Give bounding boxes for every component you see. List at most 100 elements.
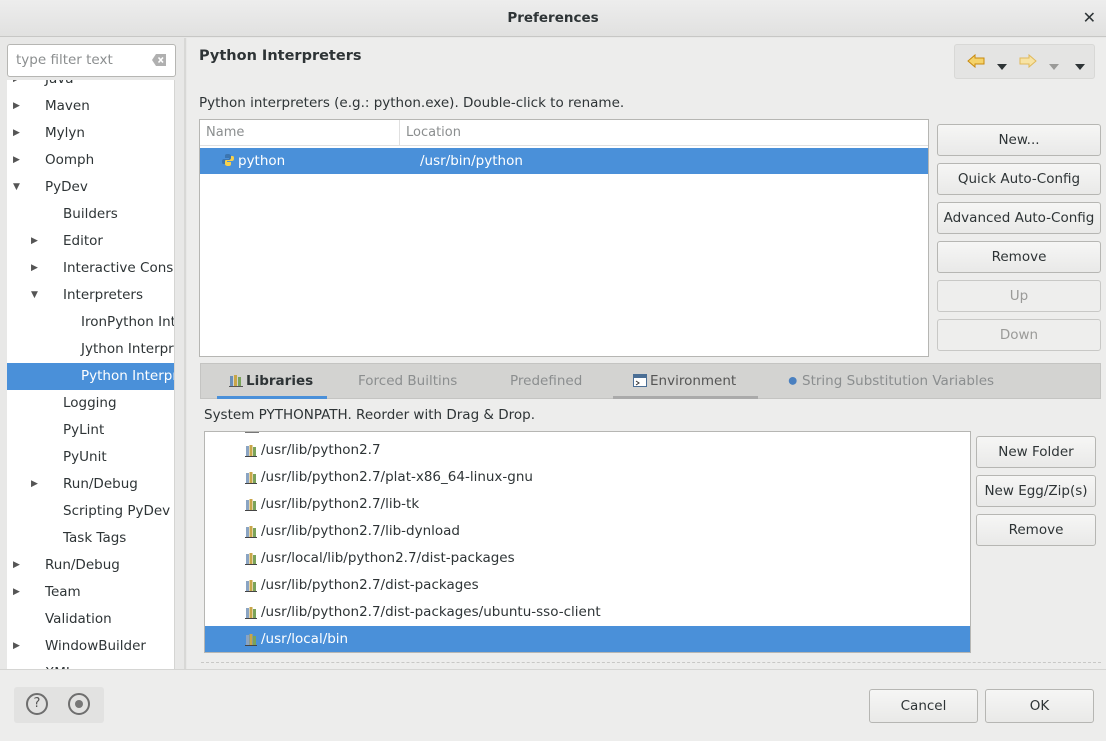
help-icon[interactable]: ? <box>26 693 48 715</box>
tab-libraries[interactable]: Libraries <box>217 364 327 399</box>
path-text: /usr/lib/python2.7/dist-packages/ubuntu-… <box>261 604 601 620</box>
window-title: Preferences <box>507 10 599 26</box>
title-bar: Preferences ✕ <box>0 0 1106 37</box>
tree-item[interactable]: ▶ Run/Debug <box>7 552 174 579</box>
table-row[interactable]: python /usr/bin/python <box>200 148 928 174</box>
collapsed-arrow-icon[interactable]: ▶ <box>31 255 43 282</box>
collapsed-arrow-icon[interactable]: ▶ <box>13 552 25 579</box>
forward-dropdown-icon[interactable] <box>1049 58 1059 74</box>
collapsed-arrow-icon[interactable]: ▶ <box>13 147 25 174</box>
tree-item[interactable]: ▶ Run/Debug <box>7 471 174 498</box>
list-item[interactable]: /usr/lib/python2.7/lib-tk <box>205 491 970 518</box>
tree-item-label: Oomph <box>45 152 95 168</box>
tree-item-label: Logging <box>63 395 117 411</box>
quick-auto-config-button[interactable]: Quick Auto-Config <box>937 163 1101 195</box>
column-name-header[interactable]: Name <box>206 125 244 140</box>
remove-path-button[interactable]: Remove <box>976 514 1096 546</box>
collapsed-arrow-icon[interactable]: ▶ <box>31 228 43 255</box>
tree-item[interactable]: ▶ Maven <box>7 93 174 120</box>
path-text: /usr/lib/python2.7/dist-packages <box>261 577 479 593</box>
filter-input[interactable] <box>16 52 146 68</box>
interpreter-location: /usr/bin/python <box>420 153 523 169</box>
collapsed-arrow-icon[interactable]: ▶ <box>13 120 25 147</box>
tree-item-label: Jython Interpreter <box>81 341 174 357</box>
move-down-button[interactable]: Down <box>937 319 1101 351</box>
list-item[interactable]: /usr/lib/python2.7/dist-packages/ubuntu-… <box>205 599 970 626</box>
page-title: Python Interpreters <box>199 48 362 64</box>
tree-item[interactable]: IronPython Interpreter <box>7 309 174 336</box>
collapsed-arrow-icon[interactable]: ▶ <box>13 633 25 660</box>
tree-item[interactable]: Jython Interpreter <box>7 336 174 363</box>
tree-item[interactable]: ▶ Interactive Console <box>7 255 174 282</box>
list-item[interactable]: /usr/local/lib/python2.7/dist-packages <box>205 545 970 572</box>
tree-item[interactable]: ▶ Editor <box>7 228 174 255</box>
path-text: /usr/lib/python2.7/plat-x86_64-linux-gnu <box>261 469 533 485</box>
collapsed-arrow-icon[interactable]: ▶ <box>13 660 25 669</box>
tree-item[interactable]: Task Tags <box>7 525 174 552</box>
remove-interpreter-button[interactable]: Remove <box>937 241 1101 273</box>
tree-item[interactable]: ▶ Team <box>7 579 174 606</box>
path-text: /usr/local/lib/python2.7/dist-packages <box>261 550 515 566</box>
import-export-icon[interactable] <box>68 693 90 715</box>
collapsed-arrow-icon[interactable]: ▶ <box>13 579 25 606</box>
tree-item[interactable]: Builders <box>7 201 174 228</box>
tree-item[interactable]: ▼ Interpreters <box>7 282 174 309</box>
tree-item-label: Validation <box>45 611 112 627</box>
tree-item[interactable]: Scripting PyDev <box>7 498 174 525</box>
collapsed-arrow-icon[interactable]: ▶ <box>13 93 25 120</box>
tree-item[interactable]: PyLint <box>7 417 174 444</box>
tab-string-substitution[interactable]: String Substitution Variables <box>788 364 994 399</box>
tree-item-label: Team <box>45 584 81 600</box>
tree-item[interactable]: PyUnit <box>7 444 174 471</box>
tree-item[interactable]: Validation <box>7 606 174 633</box>
tree-item[interactable]: ▶ Mylyn <box>7 120 174 147</box>
list-item[interactable]: /usr/lib/python2.7/lib-dynload <box>205 518 970 545</box>
collapsed-arrow-icon[interactable]: ▶ <box>31 471 43 498</box>
tree-item-label: Maven <box>45 98 90 114</box>
list-item[interactable]: /usr/lib/python2.7/dist-packages <box>205 572 970 599</box>
list-item[interactable]: /usr/local/bin <box>205 626 970 652</box>
new-folder-button[interactable]: New Folder <box>976 436 1096 468</box>
tree-item[interactable]: ▶ XML <box>7 660 174 669</box>
list-item[interactable]: /usr/lib/python2.7/plat-x86_64-linux-gnu <box>205 464 970 491</box>
list-item[interactable]: /usr/lib/python2.7 <box>205 437 970 464</box>
cancel-button[interactable]: Cancel <box>869 689 978 723</box>
tree-item-label: PyLint <box>63 422 105 438</box>
ok-button[interactable]: OK <box>985 689 1094 723</box>
tree-item[interactable]: Logging <box>7 390 174 417</box>
expanded-arrow-icon[interactable]: ▼ <box>31 282 43 309</box>
tree-item[interactable]: ▶ WindowBuilder <box>7 633 174 660</box>
pythonpath-description: System PYTHONPATH. Reorder with Drag & D… <box>204 407 536 423</box>
python-icon <box>222 154 234 166</box>
panel-splitter[interactable] <box>184 38 186 669</box>
tab-forced-builtins[interactable]: Forced Builtins <box>358 364 457 399</box>
back-arrow-icon[interactable] <box>967 53 985 73</box>
advanced-auto-config-button[interactable]: Advanced Auto-Config <box>937 202 1101 234</box>
collapsed-arrow-icon[interactable]: ▶ <box>13 80 25 93</box>
move-up-button[interactable]: Up <box>937 280 1101 312</box>
tree-item[interactable]: ▶ Java <box>7 80 174 93</box>
tab-environment[interactable]: Environment <box>613 364 758 399</box>
folder-library-icon <box>245 580 257 592</box>
tree-item-label: XML <box>45 660 73 669</box>
back-dropdown-icon[interactable] <box>997 58 1007 74</box>
expanded-arrow-icon[interactable]: ▼ <box>13 174 25 201</box>
interpreters-table: Name Location python /usr/bin/python <box>199 119 929 357</box>
view-menu-icon[interactable] <box>1075 58 1085 74</box>
filter-box[interactable] <box>7 44 176 77</box>
tree-item-label: PyUnit <box>63 449 107 465</box>
new-egg-zip-button[interactable]: New Egg/Zip(s) <box>976 475 1096 507</box>
forward-arrow-icon[interactable] <box>1019 53 1037 73</box>
folder-library-icon <box>245 445 257 457</box>
preference-tree: ▶ Java ▶ Maven ▶ Mylyn ▶ Oomph ▼ PyDev Builders ▶ Ed… <box>7 80 175 669</box>
tree-item[interactable]: ▼ PyDev <box>7 174 174 201</box>
variable-dot-icon <box>788 376 797 385</box>
tree-item-label: Task Tags <box>63 530 127 546</box>
tree-item[interactable]: Python Interpreter <box>7 363 174 390</box>
tab-predefined[interactable]: Predefined <box>510 364 582 399</box>
column-location-header[interactable]: Location <box>406 125 461 140</box>
tree-item[interactable]: ▶ Oomph <box>7 147 174 174</box>
new-interpreter-button[interactable]: New... <box>937 124 1101 156</box>
clear-filter-icon[interactable] <box>151 53 167 67</box>
close-icon[interactable]: ✕ <box>1083 8 1096 27</box>
